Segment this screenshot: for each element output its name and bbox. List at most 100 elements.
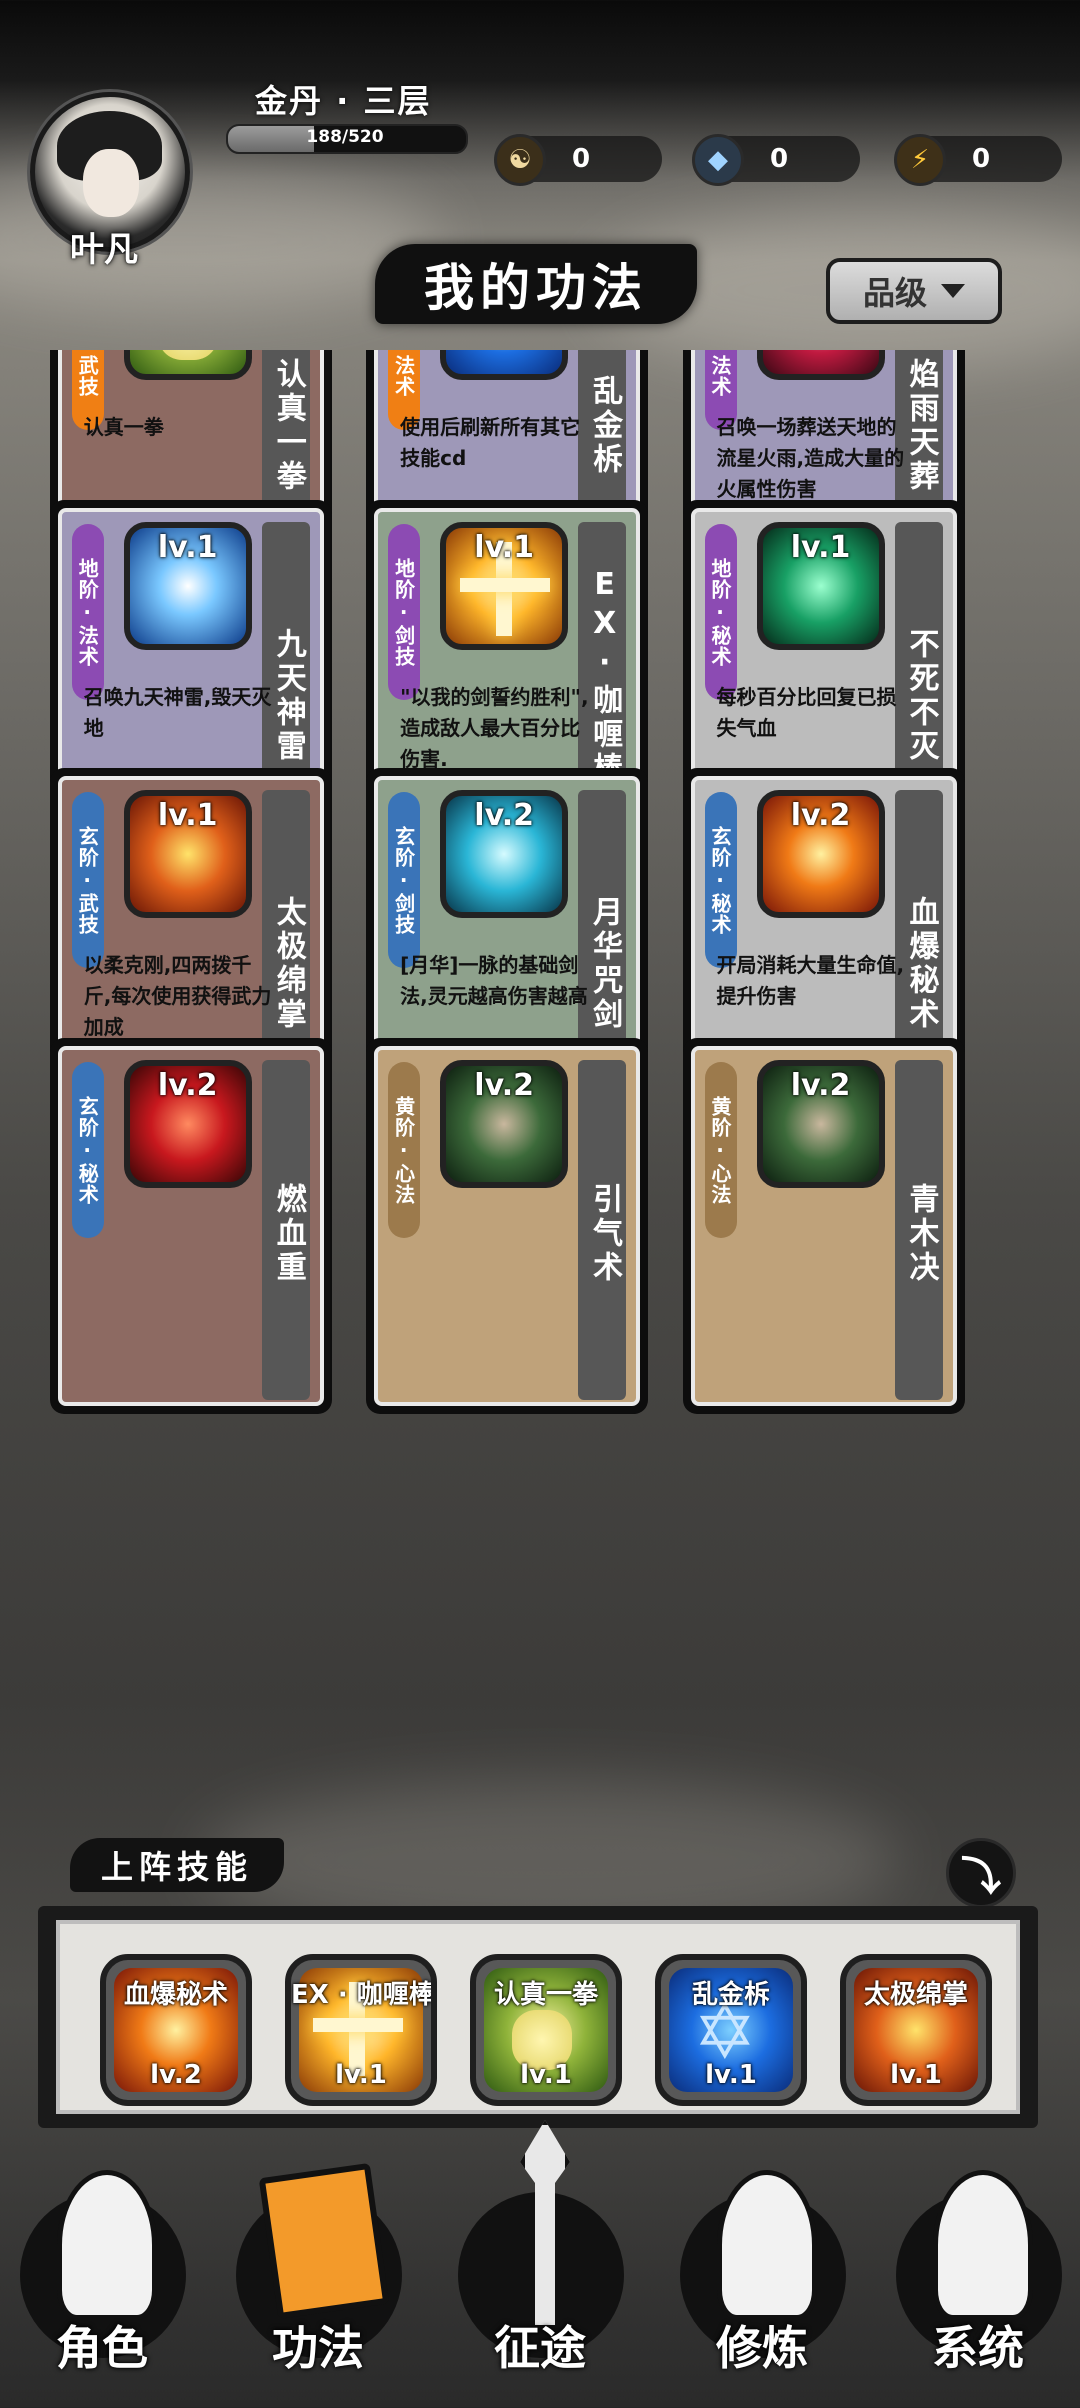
grade-tag: 地阶·秘术: [704, 524, 737, 700]
xp-text: 188/520: [306, 127, 384, 147]
nav-label: 角色: [56, 2321, 148, 2375]
equipped-skill-slot[interactable]: 认真一拳 lv.1: [470, 1954, 622, 2106]
skill-level: lv.2: [790, 1068, 851, 1103]
skill-level: lv.1: [157, 798, 218, 833]
lightning-icon: ⚡: [894, 134, 946, 186]
skill-description: 召唤一场葬送天地的流星火雨,造成大量的火属性伤害: [716, 415, 905, 501]
resource-crystal[interactable]: ◆ 0: [692, 134, 860, 186]
skill-level: lv.2: [474, 1068, 534, 1103]
skill-description: 每秒百分比回复已损失气血: [716, 685, 897, 740]
equipped-skill-slot[interactable]: 血爆秘术 lv.2: [100, 1954, 252, 2106]
skill-icon: lv.2: [440, 790, 569, 918]
grade-tag: 玄阶·秘术: [704, 792, 737, 968]
equipped-skill-slot[interactable]: ✡ 乱金柝 lv.1: [655, 1954, 807, 2106]
equipped-skill-level: lv.1: [335, 2060, 387, 2090]
cross-glyph-bar: [460, 578, 551, 592]
page-title: 我的功法: [375, 244, 697, 324]
sort-by-grade-button[interactable]: 品级: [826, 258, 1002, 324]
character-icon: [57, 2170, 157, 2320]
skill-level: lv.2: [790, 798, 851, 833]
skill-icon: lv.1: [123, 522, 252, 650]
nav-label: 功法: [272, 2321, 364, 2375]
arrow-down-icon: ⤵: [961, 1854, 1001, 1900]
skill-card[interactable]: 玄阶·秘术 lv.2 燃血重: [49, 1038, 332, 1414]
skill-description: [月华]一脉的基础剑法,灵元越高伤害越高: [400, 953, 588, 1008]
grade-tag: 地阶·法术: [71, 524, 104, 700]
grade-tag: 玄阶·秘术: [71, 1062, 104, 1238]
skill-description: 开局消耗大量生命值,提升伤害: [716, 953, 905, 1008]
equipped-skill-level: lv.1: [705, 2060, 757, 2090]
skill-card-body: 黄阶·心法 lv.2 引气术: [374, 1046, 641, 1406]
equipped-skill-level: lv.1: [890, 2060, 942, 2090]
equipped-section-title: 上阵技能: [70, 1838, 284, 1892]
skill-icon: lv.1: [123, 790, 252, 918]
skill-icon: lv.2: [756, 1060, 885, 1188]
equipped-skill-name: 血爆秘术: [123, 1980, 228, 2010]
resource-value: 0: [770, 144, 789, 174]
skill-description: 使用后刷新所有其它技能cd: [400, 415, 581, 470]
skill-card-grid[interactable]: 天阶·武技lv.1认真一拳认真一拳已上阵天阶·法术✡lv.1乱金柝使用后刷新所有…: [0, 350, 1080, 1748]
player-name: 叶凡: [70, 230, 138, 270]
resource-lightning[interactable]: ⚡ 0: [894, 134, 1062, 186]
nav-meditate[interactable]: 修炼: [662, 2130, 862, 2408]
resource-value: 0: [572, 144, 591, 174]
skill-card-body: 玄阶·秘术 lv.2 燃血重: [57, 1046, 324, 1406]
skill-name: 青木决: [894, 1060, 943, 1400]
nav-skills-book[interactable]: 功法: [218, 2130, 418, 2408]
nav-character[interactable]: 角色: [2, 2130, 202, 2408]
skill-level: lv.2: [474, 798, 534, 833]
nav-journey-sword[interactable]: 征途: [440, 2120, 640, 2408]
nav-label: 系统: [932, 2321, 1024, 2375]
skill-icon: lv.2: [123, 1060, 252, 1188]
grade-tag: 黄阶·心法: [704, 1062, 737, 1238]
nav-label: 征途: [494, 2321, 586, 2375]
nav-system[interactable]: 系统: [878, 2130, 1078, 2408]
skill-icon: lv.1: [756, 522, 885, 650]
skill-icon: ✡lv.1: [440, 350, 569, 380]
resource-value: 0: [972, 144, 991, 174]
equipped-skill-name: EX · 咖喱棒!: [291, 1980, 437, 2010]
cross-glyph-bar: [313, 2018, 403, 2032]
nav-label: 修炼: [716, 2321, 808, 2375]
skills-book-icon: [258, 2162, 390, 2320]
meditate-icon: [717, 2170, 817, 2320]
grade-tag: 地阶·剑技: [388, 524, 421, 700]
equipped-skills-panel: 血爆秘术 lv.2 EX · 咖喱棒! lv.1 认真一拳 lv.1 ✡ 乱金柝 lv.1 太极绵…: [38, 1906, 1038, 2128]
chevron-down-icon: [941, 284, 965, 298]
equipped-skill-slot[interactable]: EX · 咖喱棒! lv.1: [285, 1954, 437, 2106]
equipped-skill-name: 太极绵掌: [863, 1980, 968, 2010]
skill-name: 引气术: [578, 1060, 627, 1400]
equipped-skill-name: 认真一拳: [493, 1980, 598, 2010]
skill-description: 认真一拳: [83, 415, 164, 439]
resource-yin-yang[interactable]: ☯ 0: [494, 134, 662, 186]
skill-card[interactable]: 黄阶·心法 lv.2 引气术: [366, 1038, 649, 1414]
grade-tag: 玄阶·剑技: [388, 792, 421, 968]
crystal-icon: ◆: [692, 134, 744, 186]
skill-icon: lv.1: [440, 522, 569, 650]
equipped-skill-slot[interactable]: 太极绵掌 lv.1: [840, 1954, 992, 2106]
skill-level: lv.1: [474, 530, 534, 565]
skill-level: lv.2: [157, 1068, 218, 1103]
skill-description: "以我的剑誓约胜利",造成敌人最大百分比伤害.: [400, 685, 589, 771]
collapse-arrow-button[interactable]: ⤵: [946, 1838, 1016, 1908]
skill-icon: lv.2: [440, 1060, 569, 1188]
hexagram-glyph: ✡: [470, 350, 534, 362]
skill-level: lv.1: [157, 530, 218, 565]
skill-icon: lv.2: [756, 790, 885, 918]
system-icon: [933, 2170, 1033, 2320]
fist-glyph: [157, 350, 218, 360]
skill-icon: lv.1: [123, 350, 252, 380]
skill-description: 以柔克刚,四两拨千斤,每次使用获得武力加成: [83, 953, 272, 1039]
yin-yang-icon: ☯: [494, 134, 546, 186]
skill-card-body: 黄阶·心法 lv.2 青木决: [690, 1046, 957, 1406]
skill-level: lv.1: [790, 530, 851, 565]
grade-tag: 黄阶·心法: [388, 1062, 421, 1238]
skill-description: 召唤九天神雷,毁天灭地: [83, 685, 272, 740]
equipped-skill-level: lv.2: [150, 2060, 202, 2090]
grade-tag: 玄阶·武技: [71, 792, 104, 968]
cultivation-realm: 金丹 · 三层: [255, 82, 432, 120]
skill-name: 燃血重: [261, 1060, 310, 1400]
bottom-nav: 角色 功法 征途 修炼 系统: [0, 2120, 1080, 2408]
skill-card[interactable]: 黄阶·心法 lv.2 青木决: [682, 1038, 965, 1414]
sort-label: 品级: [862, 274, 927, 312]
